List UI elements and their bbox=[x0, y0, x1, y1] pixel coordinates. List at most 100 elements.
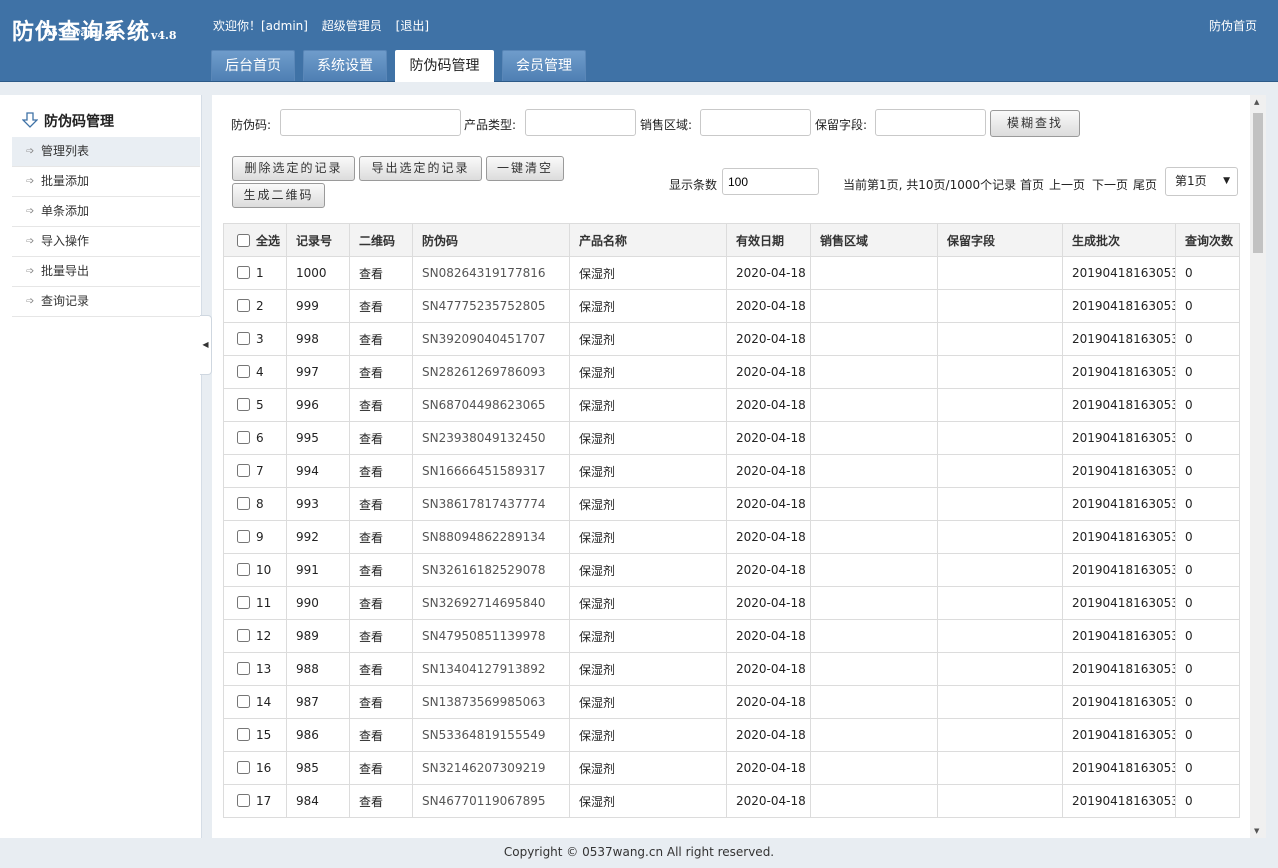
row-checkbox[interactable] bbox=[237, 299, 250, 312]
batch-number: 20190418163053 bbox=[1062, 421, 1176, 455]
tab-system-settings[interactable]: 系统设置 bbox=[303, 50, 387, 81]
table-row: 16 985 查看 SN32146207309219 保湿剂 2020-04-18 2019… bbox=[223, 751, 1240, 785]
batch-number: 20190418163053 bbox=[1062, 520, 1176, 554]
tab-code-management[interactable]: 防伪码管理 bbox=[395, 50, 494, 82]
qr-view-link[interactable]: 查看 bbox=[349, 454, 413, 488]
select-all-header[interactable]: 全选 bbox=[223, 223, 287, 257]
logout-link[interactable]: [退出] bbox=[396, 19, 429, 33]
code-input[interactable] bbox=[280, 109, 461, 136]
qr-view-link[interactable]: 查看 bbox=[349, 619, 413, 653]
row-index: 11 bbox=[223, 586, 287, 620]
first-page-link[interactable]: 首页 bbox=[1020, 176, 1044, 193]
row-checkbox[interactable] bbox=[237, 629, 250, 642]
scroll-down-icon[interactable]: ▼ bbox=[1254, 827, 1259, 835]
row-index-label: 15 bbox=[256, 728, 272, 742]
per-page-input[interactable] bbox=[722, 168, 819, 195]
batch-number: 20190418163053 bbox=[1062, 718, 1176, 752]
column-header: 生成批次 bbox=[1062, 223, 1176, 257]
product-type-label: 产品类型: bbox=[464, 118, 517, 132]
clear-all-button[interactable]: 一键清空 bbox=[486, 156, 564, 181]
page-footer: Copyright © 0537wang.cn All right reserv… bbox=[503, 845, 775, 859]
product-type-input[interactable] bbox=[525, 109, 636, 136]
row-checkbox[interactable] bbox=[237, 332, 250, 345]
expiry-date: 2020-04-18 bbox=[726, 322, 811, 356]
scroll-thumb[interactable] bbox=[1253, 113, 1263, 253]
sidebar-item-batch-export[interactable]: ➩ 批量导出 bbox=[12, 257, 200, 287]
table-row: 10 991 查看 SN32616182529078 保湿剂 2020-04-18 2019… bbox=[223, 553, 1240, 587]
row-index-label: 6 bbox=[256, 431, 264, 445]
row-checkbox[interactable] bbox=[237, 365, 250, 378]
last-page-link[interactable]: 尾页 bbox=[1133, 176, 1157, 193]
row-checkbox[interactable] bbox=[237, 695, 250, 708]
row-index: 4 bbox=[223, 355, 287, 389]
query-count: 0 bbox=[1175, 586, 1240, 620]
reserve-field bbox=[937, 652, 1063, 686]
table-row: 17 984 查看 SN46770119067895 保湿剂 2020-04-18 2019… bbox=[223, 784, 1240, 818]
code-cell: SN88094862289134 bbox=[412, 520, 570, 554]
row-index: 15 bbox=[223, 718, 287, 752]
row-checkbox[interactable] bbox=[237, 662, 250, 675]
qr-view-link[interactable]: 查看 bbox=[349, 685, 413, 719]
row-checkbox[interactable] bbox=[237, 728, 250, 741]
reserve-input[interactable] bbox=[875, 109, 986, 136]
sidebar-item-label: 导入操作 bbox=[41, 234, 90, 248]
export-selected-button[interactable]: 导出选定的记录 bbox=[359, 156, 482, 181]
expiry-date: 2020-04-18 bbox=[726, 454, 811, 488]
sales-region bbox=[810, 355, 938, 389]
reserve-field bbox=[937, 718, 1063, 752]
sales-region bbox=[810, 553, 938, 587]
qr-view-link[interactable]: 查看 bbox=[349, 751, 413, 785]
tab-member-management[interactable]: 会员管理 bbox=[502, 50, 586, 81]
chevron-right-icon: ➩ bbox=[26, 146, 35, 157]
row-checkbox[interactable] bbox=[237, 794, 250, 807]
vertical-scrollbar[interactable]: ▲ ▼ bbox=[1250, 95, 1266, 838]
qr-view-link[interactable]: 查看 bbox=[349, 421, 413, 455]
query-count: 0 bbox=[1175, 751, 1240, 785]
qr-view-link[interactable]: 查看 bbox=[349, 520, 413, 554]
record-number: 995 bbox=[286, 421, 350, 455]
row-index-label: 13 bbox=[256, 662, 272, 676]
region-input[interactable] bbox=[700, 109, 811, 136]
row-checkbox[interactable] bbox=[237, 497, 250, 510]
prev-page-link[interactable]: 上一页 bbox=[1049, 176, 1085, 193]
table-row: 13 988 查看 SN13404127913892 保湿剂 2020-04-18 2019… bbox=[223, 652, 1240, 686]
delete-selected-button[interactable]: 删除选定的记录 bbox=[232, 156, 355, 181]
row-index: 1 bbox=[223, 256, 287, 290]
qr-view-link[interactable]: 查看 bbox=[349, 487, 413, 521]
row-checkbox[interactable] bbox=[237, 761, 250, 774]
product-name: 保湿剂 bbox=[569, 289, 727, 323]
sidebar-item-query-log[interactable]: ➩ 查询记录 bbox=[12, 287, 200, 317]
qr-view-link[interactable]: 查看 bbox=[349, 289, 413, 323]
qr-view-link[interactable]: 查看 bbox=[349, 586, 413, 620]
next-page-link[interactable]: 下一页 bbox=[1092, 176, 1128, 193]
fuzzy-search-button[interactable]: 模糊查找 bbox=[990, 110, 1080, 137]
qr-view-link[interactable]: 查看 bbox=[349, 652, 413, 686]
table-row: 3 998 查看 SN39209040451707 保湿剂 2020-04-18 20190… bbox=[223, 322, 1240, 356]
qr-view-link[interactable]: 查看 bbox=[349, 784, 413, 818]
row-checkbox[interactable] bbox=[237, 464, 250, 477]
record-number: 988 bbox=[286, 652, 350, 686]
qr-view-link[interactable]: 查看 bbox=[349, 256, 413, 290]
qr-view-link[interactable]: 查看 bbox=[349, 388, 413, 422]
page-select[interactable]: 第1页 ▼ bbox=[1165, 167, 1238, 196]
sidebar-item-manage-list[interactable]: ➩ 管理列表 bbox=[12, 137, 200, 167]
row-checkbox[interactable] bbox=[237, 530, 250, 543]
row-checkbox[interactable] bbox=[237, 431, 250, 444]
row-checkbox[interactable] bbox=[237, 596, 250, 609]
qr-view-link[interactable]: 查看 bbox=[349, 322, 413, 356]
row-checkbox[interactable] bbox=[237, 563, 250, 576]
sidebar-collapse-toggle[interactable]: ◀ bbox=[200, 315, 212, 375]
row-checkbox[interactable] bbox=[237, 398, 250, 411]
select-all-checkbox[interactable] bbox=[237, 233, 250, 247]
generate-qr-button[interactable]: 生成二维码 bbox=[232, 183, 325, 208]
qr-view-link[interactable]: 查看 bbox=[349, 553, 413, 587]
sidebar-item-import[interactable]: ➩ 导入操作 bbox=[12, 227, 200, 257]
sidebar-item-single-add[interactable]: ➩ 单条添加 bbox=[12, 197, 200, 227]
qr-view-link[interactable]: 查看 bbox=[349, 718, 413, 752]
tab-admin-home[interactable]: 后台首页 bbox=[211, 50, 295, 81]
sidebar-item-batch-add[interactable]: ➩ 批量添加 bbox=[12, 167, 200, 197]
scroll-up-icon[interactable]: ▲ bbox=[1254, 98, 1259, 106]
frontend-home-link[interactable]: 防伪首页 bbox=[1209, 17, 1257, 34]
row-checkbox[interactable] bbox=[237, 266, 250, 279]
qr-view-link[interactable]: 查看 bbox=[349, 355, 413, 389]
